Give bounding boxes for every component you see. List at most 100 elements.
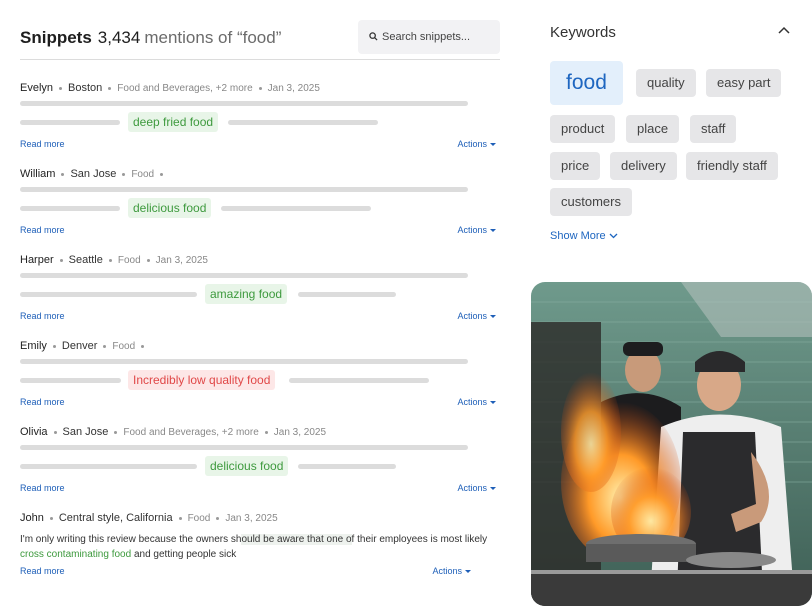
text-placeholder-bar [289, 378, 429, 383]
actions-label: Actions [457, 139, 487, 149]
text-placeholder-bar [20, 464, 197, 469]
snippet-item: Evelyn Boston Food and Beverages, +2 more J… [20, 82, 500, 162]
snippet-text-part: and getting people sick [131, 549, 237, 560]
caret-down-icon [490, 401, 496, 405]
snippet-text-part: I'm only writing this review because the… [20, 534, 242, 545]
text-placeholder-bar [20, 120, 120, 125]
separator-dot [108, 86, 112, 90]
caret-down-icon [490, 229, 496, 233]
snippet-meta: Harper Seattle Food Jan 3, 2025 [20, 254, 208, 266]
title-label: Snippets [20, 28, 92, 47]
caret-down-icon [490, 143, 496, 147]
read-more-link[interactable]: Read more [20, 397, 65, 407]
actions-menu[interactable]: Actions [457, 139, 496, 149]
text-placeholder-bar [20, 187, 468, 192]
snippet-item: Olivia San Jose Food and Beverages, +2 mor… [20, 426, 500, 506]
separator-dot [122, 172, 126, 176]
show-more-label: Show More [550, 230, 606, 242]
keyword-tag[interactable]: price [550, 152, 601, 180]
separator-dot [216, 516, 220, 520]
read-more-link[interactable]: Read more [20, 566, 65, 576]
snippet-category: Food and Beverages, +2 more [117, 83, 253, 94]
separator-dot [146, 258, 150, 262]
separator-dot [258, 86, 262, 90]
separator-dot [53, 430, 57, 434]
snippet-category: Food [112, 341, 136, 352]
author-city: Denver [61, 340, 98, 352]
keyword-tag[interactable]: place [626, 115, 680, 143]
text-placeholder-bar [298, 464, 396, 469]
separator-dot [49, 516, 53, 520]
read-more-link[interactable]: Read more [20, 225, 65, 235]
snippet-text: I'm only writing this review because the… [20, 532, 490, 562]
separator-dot [141, 344, 145, 348]
author-name: John [20, 512, 44, 524]
author-city: Seattle [68, 254, 103, 266]
text-placeholder-bar [20, 206, 120, 211]
chefs-cooking-illustration [531, 282, 812, 606]
snippet-meta: Evelyn Boston Food and Beverages, +2 more J… [20, 82, 320, 94]
keywords-header: Keywords [550, 22, 792, 44]
separator-dot [178, 516, 182, 520]
actions-label: Actions [457, 225, 487, 235]
highlight-positive: deep fried food [128, 112, 219, 132]
caret-down-icon [490, 315, 496, 319]
author-name: Harper [20, 254, 54, 266]
caret-down-icon [465, 570, 471, 574]
keyword-tag[interactable]: staff [690, 115, 737, 143]
text-placeholder-bar [20, 273, 468, 278]
author-name: Evelyn [20, 82, 54, 94]
highlight-positive: delicious food [128, 198, 212, 218]
author-name: Olivia [20, 426, 48, 438]
actions-menu[interactable]: Actions [457, 225, 496, 235]
separator-dot [114, 430, 118, 434]
keyword-tag[interactable]: easy part [706, 69, 782, 97]
separator-dot [59, 86, 63, 90]
snippet-date: Jan 3, 2025 [267, 83, 320, 94]
snippet-item: William San Jose Food delicious food Read … [20, 168, 500, 248]
snippet-date: Jan 3, 2025 [273, 427, 327, 438]
text-placeholder-bar [298, 292, 396, 297]
chevron-up-icon[interactable] [778, 26, 790, 34]
actions-menu[interactable]: Actions [457, 397, 496, 407]
highlight-positive: cross contaminating food [20, 549, 132, 560]
actions-menu[interactable]: Actions [457, 483, 496, 493]
keyword-tag[interactable]: quality [636, 69, 696, 97]
separator-dot [160, 172, 164, 176]
keywords-title: Keywords [550, 24, 616, 41]
mention-count: 3,434 [97, 28, 141, 47]
read-more-link[interactable]: Read more [20, 311, 65, 321]
read-more-link[interactable]: Read more [20, 139, 65, 149]
keyword-tag[interactable]: delivery [610, 152, 677, 180]
highlight-positive: amazing food [205, 284, 288, 304]
author-city: Central style, California [58, 512, 173, 524]
chevron-down-icon [609, 233, 618, 239]
author-name: William [20, 168, 56, 180]
search-icon [369, 32, 378, 41]
actions-label: Actions [457, 483, 487, 493]
keyword-tag[interactable]: friendly staff [686, 152, 778, 180]
keyword-tag[interactable]: customers [550, 188, 632, 216]
show-more-button[interactable]: Show More [550, 230, 618, 242]
keyword-tag-active[interactable]: food [550, 61, 623, 105]
snippet-text-part: f their employees is most likely [351, 534, 488, 545]
snippet-meta: Emily Denver Food [20, 340, 150, 352]
snippet-item: Harper Seattle Food Jan 3, 2025 amazing foo… [20, 254, 500, 334]
read-more-link[interactable]: Read more [20, 483, 65, 493]
author-city: Boston [68, 82, 103, 94]
actions-menu[interactable]: Actions [457, 311, 496, 321]
keyword-tag[interactable]: product [550, 115, 616, 143]
author-city: San Jose [70, 168, 117, 180]
separator-dot [264, 430, 268, 434]
actions-label: Actions [432, 566, 462, 576]
snippet-category: Food [187, 513, 211, 524]
text-placeholder-bar [20, 101, 468, 106]
text-placeholder-bar [20, 359, 468, 364]
actions-menu[interactable]: Actions [432, 566, 471, 576]
highlight-negative: Incredibly low quality food [128, 370, 276, 390]
snippet-category: Food and Beverages, +2 more [123, 427, 259, 438]
search-input[interactable] [382, 20, 494, 54]
text-placeholder-bar [228, 120, 378, 125]
snippet-category: Food [131, 169, 155, 180]
search-box[interactable] [358, 20, 500, 54]
